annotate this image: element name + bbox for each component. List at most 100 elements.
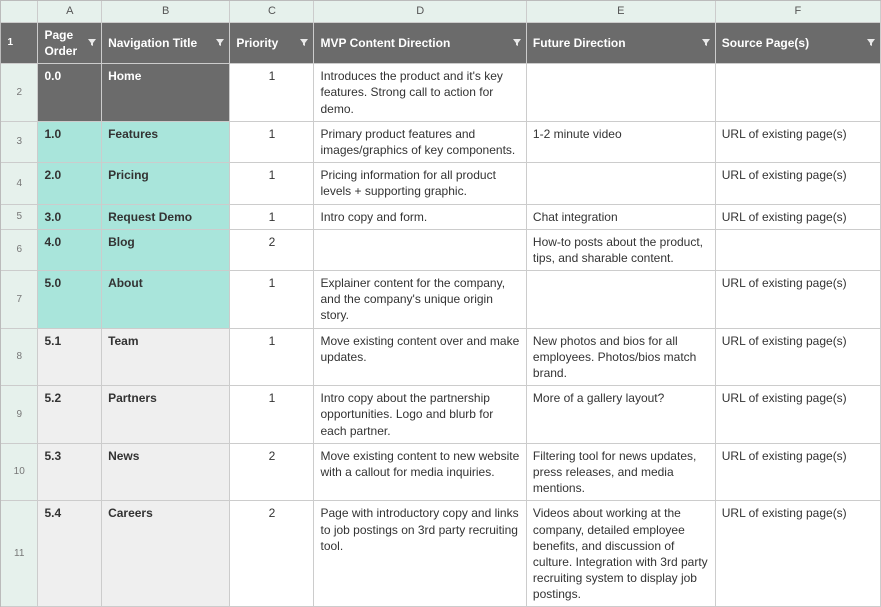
- cell-source-pages[interactable]: URL of existing page(s): [715, 443, 880, 501]
- cell-future-direction[interactable]: How-to posts about the product, tips, an…: [526, 229, 715, 270]
- cell-future-direction[interactable]: More of a gallery layout?: [526, 386, 715, 444]
- cell-mvp-content[interactable]: Move existing content to new website wit…: [314, 443, 526, 501]
- spreadsheet[interactable]: A B C D E F 1 Page Order Navigation Titl…: [0, 0, 881, 607]
- cell-source-pages[interactable]: [715, 64, 880, 122]
- filter-icon[interactable]: [865, 37, 877, 49]
- cell-mvp-content[interactable]: Pricing information for all product leve…: [314, 163, 526, 204]
- cell-mvp-content[interactable]: Primary product features and images/grap…: [314, 121, 526, 162]
- cell-navigation-title[interactable]: News: [102, 443, 230, 501]
- column-header-D[interactable]: D: [314, 1, 526, 22]
- header-cell-page-order[interactable]: Page Order: [38, 22, 102, 63]
- row-number[interactable]: 5: [1, 204, 38, 229]
- cell-page-order[interactable]: 5.0: [38, 271, 102, 329]
- cell-mvp-content[interactable]: Intro copy and form.: [314, 204, 526, 229]
- cell-mvp-content[interactable]: Explainer content for the company, and t…: [314, 271, 526, 329]
- cell-priority[interactable]: 2: [230, 443, 314, 501]
- cell-future-direction[interactable]: [526, 64, 715, 122]
- row-number[interactable]: 10: [1, 443, 38, 501]
- select-all-corner[interactable]: [1, 1, 38, 22]
- cell-mvp-content[interactable]: Move existing content over and make upda…: [314, 328, 526, 386]
- cell-navigation-title[interactable]: Request Demo: [102, 204, 230, 229]
- row-number[interactable]: 11: [1, 501, 38, 607]
- column-header-C[interactable]: C: [230, 1, 314, 22]
- header-label: Page Order: [44, 28, 77, 58]
- cell-priority[interactable]: 1: [230, 121, 314, 162]
- cell-mvp-content[interactable]: Page with introductory copy and links to…: [314, 501, 526, 607]
- table-row: 10 5.3 News 2 Move existing content to n…: [1, 443, 881, 501]
- header-cell-source-pages[interactable]: Source Page(s): [715, 22, 880, 63]
- row-number[interactable]: 7: [1, 271, 38, 329]
- cell-priority[interactable]: 1: [230, 204, 314, 229]
- cell-priority[interactable]: 1: [230, 386, 314, 444]
- cell-source-pages[interactable]: URL of existing page(s): [715, 271, 880, 329]
- filter-icon[interactable]: [298, 37, 310, 49]
- header-cell-navigation-title[interactable]: Navigation Title: [102, 22, 230, 63]
- cell-source-pages[interactable]: URL of existing page(s): [715, 204, 880, 229]
- cell-future-direction[interactable]: Chat integration: [526, 204, 715, 229]
- header-label: MVP Content Direction: [320, 36, 450, 50]
- row-number[interactable]: 3: [1, 121, 38, 162]
- cell-priority[interactable]: 2: [230, 229, 314, 270]
- header-cell-mvp-content[interactable]: MVP Content Direction: [314, 22, 526, 63]
- column-header-A[interactable]: A: [38, 1, 102, 22]
- cell-navigation-title[interactable]: Careers: [102, 501, 230, 607]
- cell-navigation-title[interactable]: Pricing: [102, 163, 230, 204]
- cell-navigation-title[interactable]: Blog: [102, 229, 230, 270]
- row-number[interactable]: 8: [1, 328, 38, 386]
- filter-icon[interactable]: [214, 37, 226, 49]
- row-number[interactable]: 9: [1, 386, 38, 444]
- cell-page-order[interactable]: 2.0: [38, 163, 102, 204]
- header-cell-future-direction[interactable]: Future Direction: [526, 22, 715, 63]
- column-header-F[interactable]: F: [715, 1, 880, 22]
- row-number[interactable]: 4: [1, 163, 38, 204]
- cell-future-direction[interactable]: 1-2 minute video: [526, 121, 715, 162]
- cell-navigation-title[interactable]: About: [102, 271, 230, 329]
- row-number[interactable]: 6: [1, 229, 38, 270]
- table-row: 11 5.4 Careers 2 Page with introductory …: [1, 501, 881, 607]
- cell-source-pages[interactable]: URL of existing page(s): [715, 501, 880, 607]
- cell-mvp-content[interactable]: Introduces the product and it's key feat…: [314, 64, 526, 122]
- cell-navigation-title[interactable]: Home: [102, 64, 230, 122]
- column-header-B[interactable]: B: [102, 1, 230, 22]
- filter-icon[interactable]: [511, 37, 523, 49]
- row-number[interactable]: 1: [1, 22, 38, 63]
- table-row: 2 0.0 Home 1 Introduces the product and …: [1, 64, 881, 122]
- cell-page-order[interactable]: 5.3: [38, 443, 102, 501]
- header-label: Priority: [236, 36, 278, 50]
- table-row: 6 4.0 Blog 2 How-to posts about the prod…: [1, 229, 881, 270]
- cell-page-order[interactable]: 0.0: [38, 64, 102, 122]
- header-label: Navigation Title: [108, 36, 197, 50]
- filter-icon[interactable]: [700, 37, 712, 49]
- cell-source-pages[interactable]: [715, 229, 880, 270]
- cell-future-direction[interactable]: New photos and bios for all employees. P…: [526, 328, 715, 386]
- cell-navigation-title[interactable]: Team: [102, 328, 230, 386]
- cell-priority[interactable]: 1: [230, 271, 314, 329]
- cell-source-pages[interactable]: URL of existing page(s): [715, 121, 880, 162]
- cell-page-order[interactable]: 5.2: [38, 386, 102, 444]
- cell-page-order[interactable]: 5.4: [38, 501, 102, 607]
- cell-future-direction[interactable]: [526, 271, 715, 329]
- header-cell-priority[interactable]: Priority: [230, 22, 314, 63]
- cell-navigation-title[interactable]: Features: [102, 121, 230, 162]
- cell-future-direction[interactable]: Filtering tool for news updates, press r…: [526, 443, 715, 501]
- cell-page-order[interactable]: 1.0: [38, 121, 102, 162]
- cell-future-direction[interactable]: Videos about working at the company, det…: [526, 501, 715, 607]
- cell-page-order[interactable]: 3.0: [38, 204, 102, 229]
- cell-mvp-content[interactable]: [314, 229, 526, 270]
- cell-priority[interactable]: 1: [230, 64, 314, 122]
- spreadsheet-table: A B C D E F 1 Page Order Navigation Titl…: [1, 1, 881, 607]
- cell-page-order[interactable]: 5.1: [38, 328, 102, 386]
- cell-mvp-content[interactable]: Intro copy about the partnership opportu…: [314, 386, 526, 444]
- cell-priority[interactable]: 2: [230, 501, 314, 607]
- cell-source-pages[interactable]: URL of existing page(s): [715, 386, 880, 444]
- cell-page-order[interactable]: 4.0: [38, 229, 102, 270]
- cell-source-pages[interactable]: URL of existing page(s): [715, 163, 880, 204]
- filter-icon[interactable]: [86, 37, 98, 49]
- cell-navigation-title[interactable]: Partners: [102, 386, 230, 444]
- cell-priority[interactable]: 1: [230, 328, 314, 386]
- cell-future-direction[interactable]: [526, 163, 715, 204]
- column-header-E[interactable]: E: [526, 1, 715, 22]
- row-number[interactable]: 2: [1, 64, 38, 122]
- cell-source-pages[interactable]: URL of existing page(s): [715, 328, 880, 386]
- cell-priority[interactable]: 1: [230, 163, 314, 204]
